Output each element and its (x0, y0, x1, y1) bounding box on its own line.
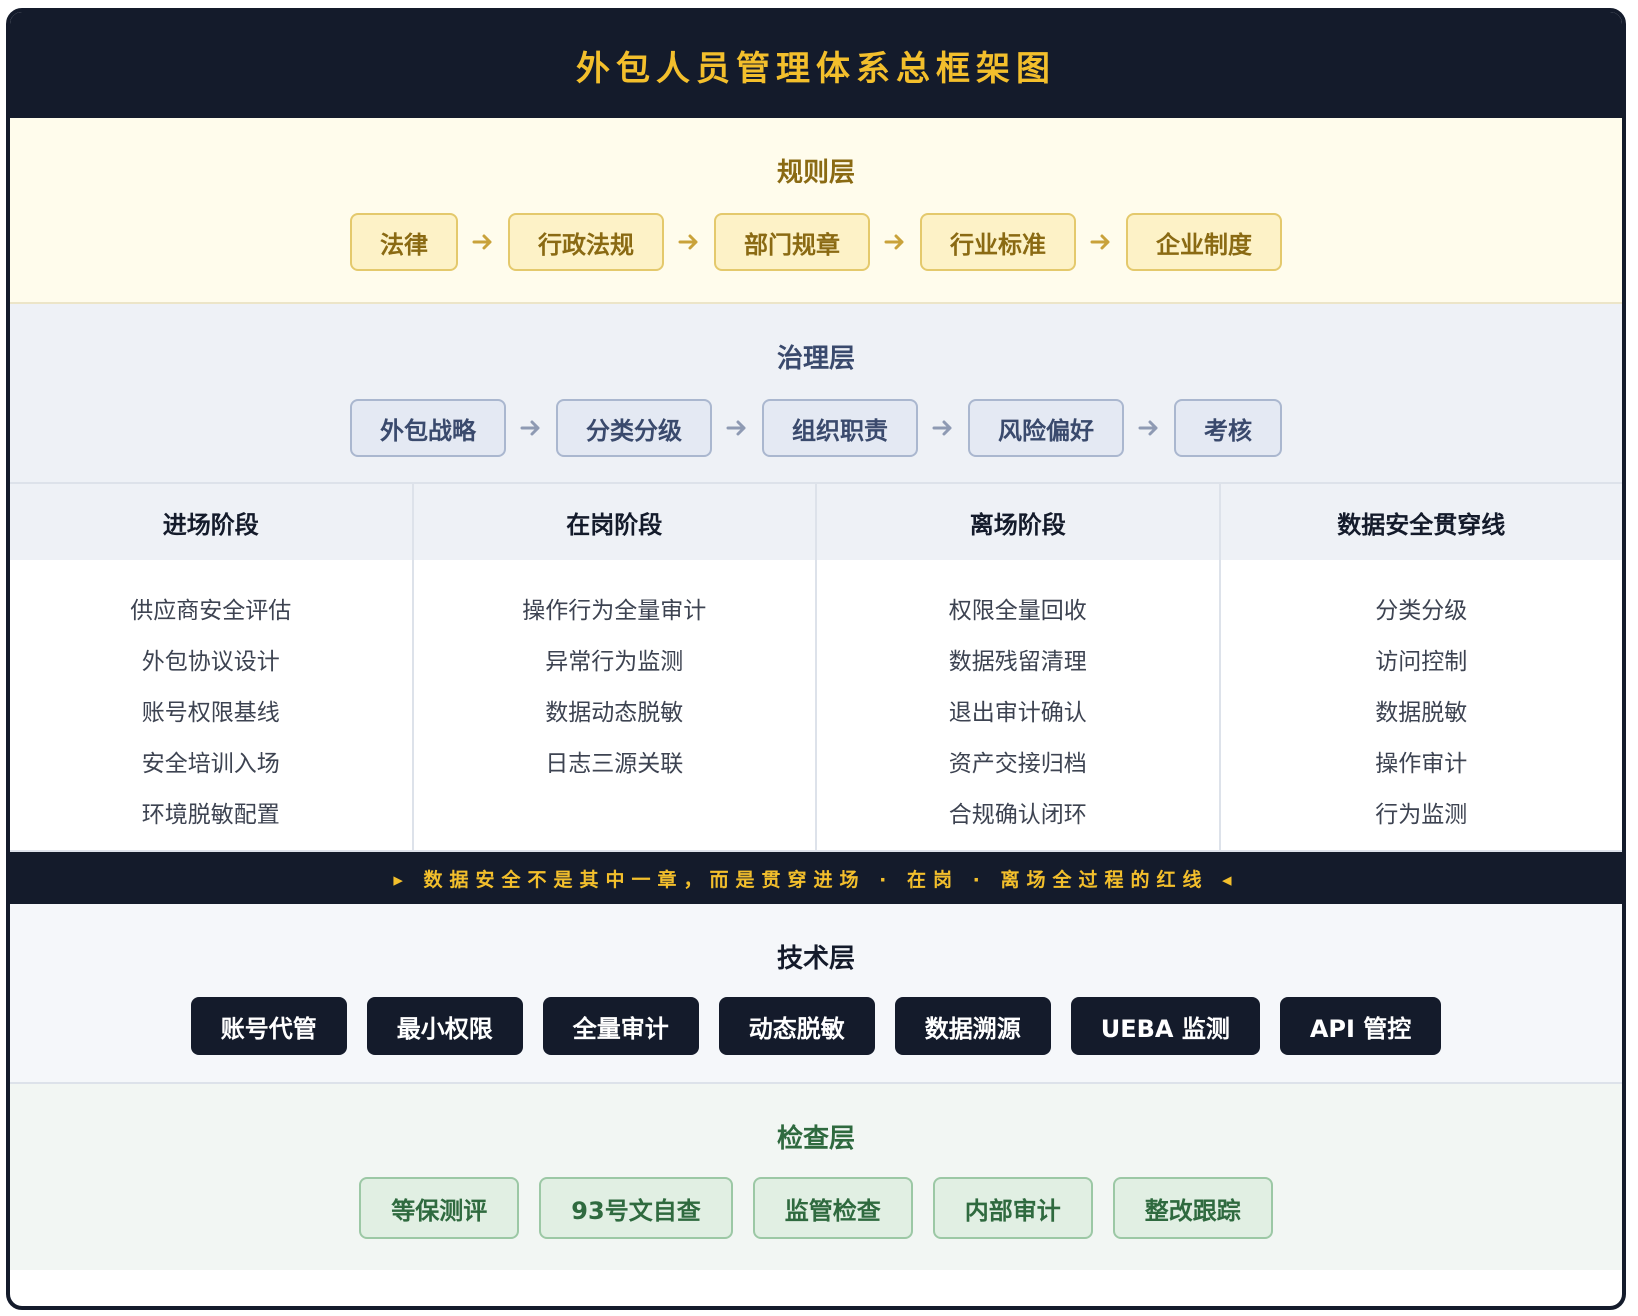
stage-item: 安全培训入场 (141, 751, 280, 777)
framework-diagram: 外包人员管理体系总框架图 规则层 法律 行政法规 部门规章 行业标准 企业制度 … (6, 8, 1626, 1310)
stage-grid: 进场阶段 供应商安全评估 外包协议设计 账号权限基线 安全培训入场 环境脱敏配置… (10, 484, 1622, 852)
stage-item: 操作行为全量审计 (522, 598, 707, 624)
stage-item: 数据残留清理 (948, 649, 1087, 675)
governance-item-classification: 分类分级 (556, 399, 712, 457)
stage-item: 分类分级 (1375, 598, 1468, 624)
stage-header: 进场阶段 (10, 484, 412, 560)
stage-item: 数据脱敏 (1375, 700, 1468, 726)
stage-item: 账号权限基线 (141, 700, 280, 726)
arrow-right-icon (870, 233, 920, 251)
rule-item-department-rules: 部门规章 (714, 213, 870, 271)
red-line-banner: ▸ 数据安全不是其中一章，而是贯穿进场 · 在岗 · 离场全过程的红线 ◂ (10, 852, 1622, 904)
check-layer-items: 等保测评 93号文自查 监管检查 内部审计 整改跟踪 (349, 1177, 1282, 1239)
title-bar: 外包人员管理体系总框架图 (10, 12, 1622, 118)
governance-layer-title: 治理层 (776, 344, 855, 374)
governance-item-assessment: 考核 (1174, 399, 1282, 457)
tech-item-api-control: API 管控 (1279, 997, 1442, 1055)
rule-layer: 规则层 法律 行政法规 部门规章 行业标准 企业制度 (10, 118, 1622, 304)
check-item-classified-protection: 等保测评 (359, 1177, 520, 1239)
check-item-regulatory-inspection: 监管检查 (752, 1177, 913, 1239)
arrow-right-icon (918, 419, 968, 437)
stage-item: 外包协议设计 (141, 649, 280, 675)
check-layer: 检查层 等保测评 93号文自查 监管检查 内部审计 整改跟踪 (10, 1084, 1622, 1270)
stage-data-security-thread: 数据安全贯穿线 分类分级 访问控制 数据脱敏 操作审计 行为监测 (1220, 484, 1623, 850)
arrow-right-icon (712, 419, 762, 437)
diagram-title: 外包人员管理体系总框架图 (576, 48, 1056, 89)
stage-item: 权限全量回收 (948, 598, 1087, 624)
tech-layer-items: 账号代管 最小权限 全量审计 动态脱敏 数据溯源 UEBA 监测 API 管控 (181, 997, 1452, 1055)
stage-item: 合规确认闭环 (948, 802, 1087, 828)
governance-layer: 治理层 外包战略 分类分级 组织职责 风险偏好 考核 (10, 304, 1622, 484)
stage-item-list: 分类分级 访问控制 数据脱敏 操作审计 行为监测 (1221, 560, 1623, 841)
governance-item-strategy: 外包战略 (350, 399, 506, 457)
tech-layer-title: 技术层 (776, 944, 855, 974)
stage-item: 环境脱敏配置 (141, 802, 280, 828)
rule-item-enterprise-system: 企业制度 (1126, 213, 1282, 271)
stage-item-list: 操作行为全量审计 异常行为监测 数据动态脱敏 日志三源关联 (414, 560, 816, 790)
stage-item: 资产交接归档 (948, 751, 1087, 777)
tech-layer: 技术层 账号代管 最小权限 全量审计 动态脱敏 数据溯源 UEBA 监测 API… (10, 904, 1622, 1084)
rule-item-administrative-regulations: 行政法规 (508, 213, 664, 271)
stage-header: 离场阶段 (817, 484, 1219, 560)
stage-item: 退出审计确认 (948, 700, 1087, 726)
arrow-right-icon (458, 233, 508, 251)
tech-item-least-privilege: 最小权限 (366, 997, 523, 1055)
stage-item: 操作审计 (1375, 751, 1468, 777)
tech-item-data-tracing: 数据溯源 (894, 997, 1051, 1055)
stage-item-list: 权限全量回收 数据残留清理 退出审计确认 资产交接归档 合规确认闭环 (817, 560, 1219, 841)
arrow-right-icon (1124, 419, 1174, 437)
rule-item-industry-standards: 行业标准 (920, 213, 1076, 271)
check-layer-title: 检查层 (776, 1124, 855, 1154)
stage-item: 数据动态脱敏 (545, 700, 684, 726)
stage-entry: 进场阶段 供应商安全评估 外包协议设计 账号权限基线 安全培训入场 环境脱敏配置 (10, 484, 414, 850)
rule-layer-title: 规则层 (776, 158, 855, 188)
rule-item-law: 法律 (350, 213, 458, 271)
arrow-right-icon (1076, 233, 1126, 251)
stage-item: 供应商安全评估 (130, 598, 292, 624)
stage-item: 访问控制 (1375, 649, 1468, 675)
stage-header: 数据安全贯穿线 (1220, 484, 1622, 560)
governance-item-responsibilities: 组织职责 (762, 399, 918, 457)
stage-on-duty: 在岗阶段 操作行为全量审计 异常行为监测 数据动态脱敏 日志三源关联 (413, 484, 817, 850)
rule-layer-flow: 法律 行政法规 部门规章 行业标准 企业制度 (350, 213, 1282, 271)
tech-item-dynamic-masking: 动态脱敏 (718, 997, 875, 1055)
stage-header: 在岗阶段 (413, 484, 815, 560)
stage-item-list: 供应商安全评估 外包协议设计 账号权限基线 安全培训入场 环境脱敏配置 (10, 560, 412, 841)
stage-item: 异常行为监测 (545, 649, 684, 675)
tech-item-ueba-monitoring: UEBA 监测 (1070, 997, 1260, 1055)
stage-item: 日志三源关联 (545, 751, 684, 777)
tech-item-full-audit: 全量审计 (542, 997, 699, 1055)
governance-item-risk-appetite: 风险偏好 (968, 399, 1124, 457)
arrow-right-icon (664, 233, 714, 251)
stage-exit: 离场阶段 权限全量回收 数据残留清理 退出审计确认 资产交接归档 合规确认闭环 (817, 484, 1221, 850)
arrow-right-icon (506, 419, 556, 437)
tech-item-account-custody: 账号代管 (190, 997, 347, 1055)
check-item-doc93-self-check: 93号文自查 (539, 1177, 733, 1239)
stage-item: 行为监测 (1375, 802, 1468, 828)
check-item-internal-audit: 内部审计 (932, 1177, 1093, 1239)
governance-layer-flow: 外包战略 分类分级 组织职责 风险偏好 考核 (350, 399, 1282, 457)
check-item-rectification-tracking: 整改跟踪 (1112, 1177, 1273, 1239)
